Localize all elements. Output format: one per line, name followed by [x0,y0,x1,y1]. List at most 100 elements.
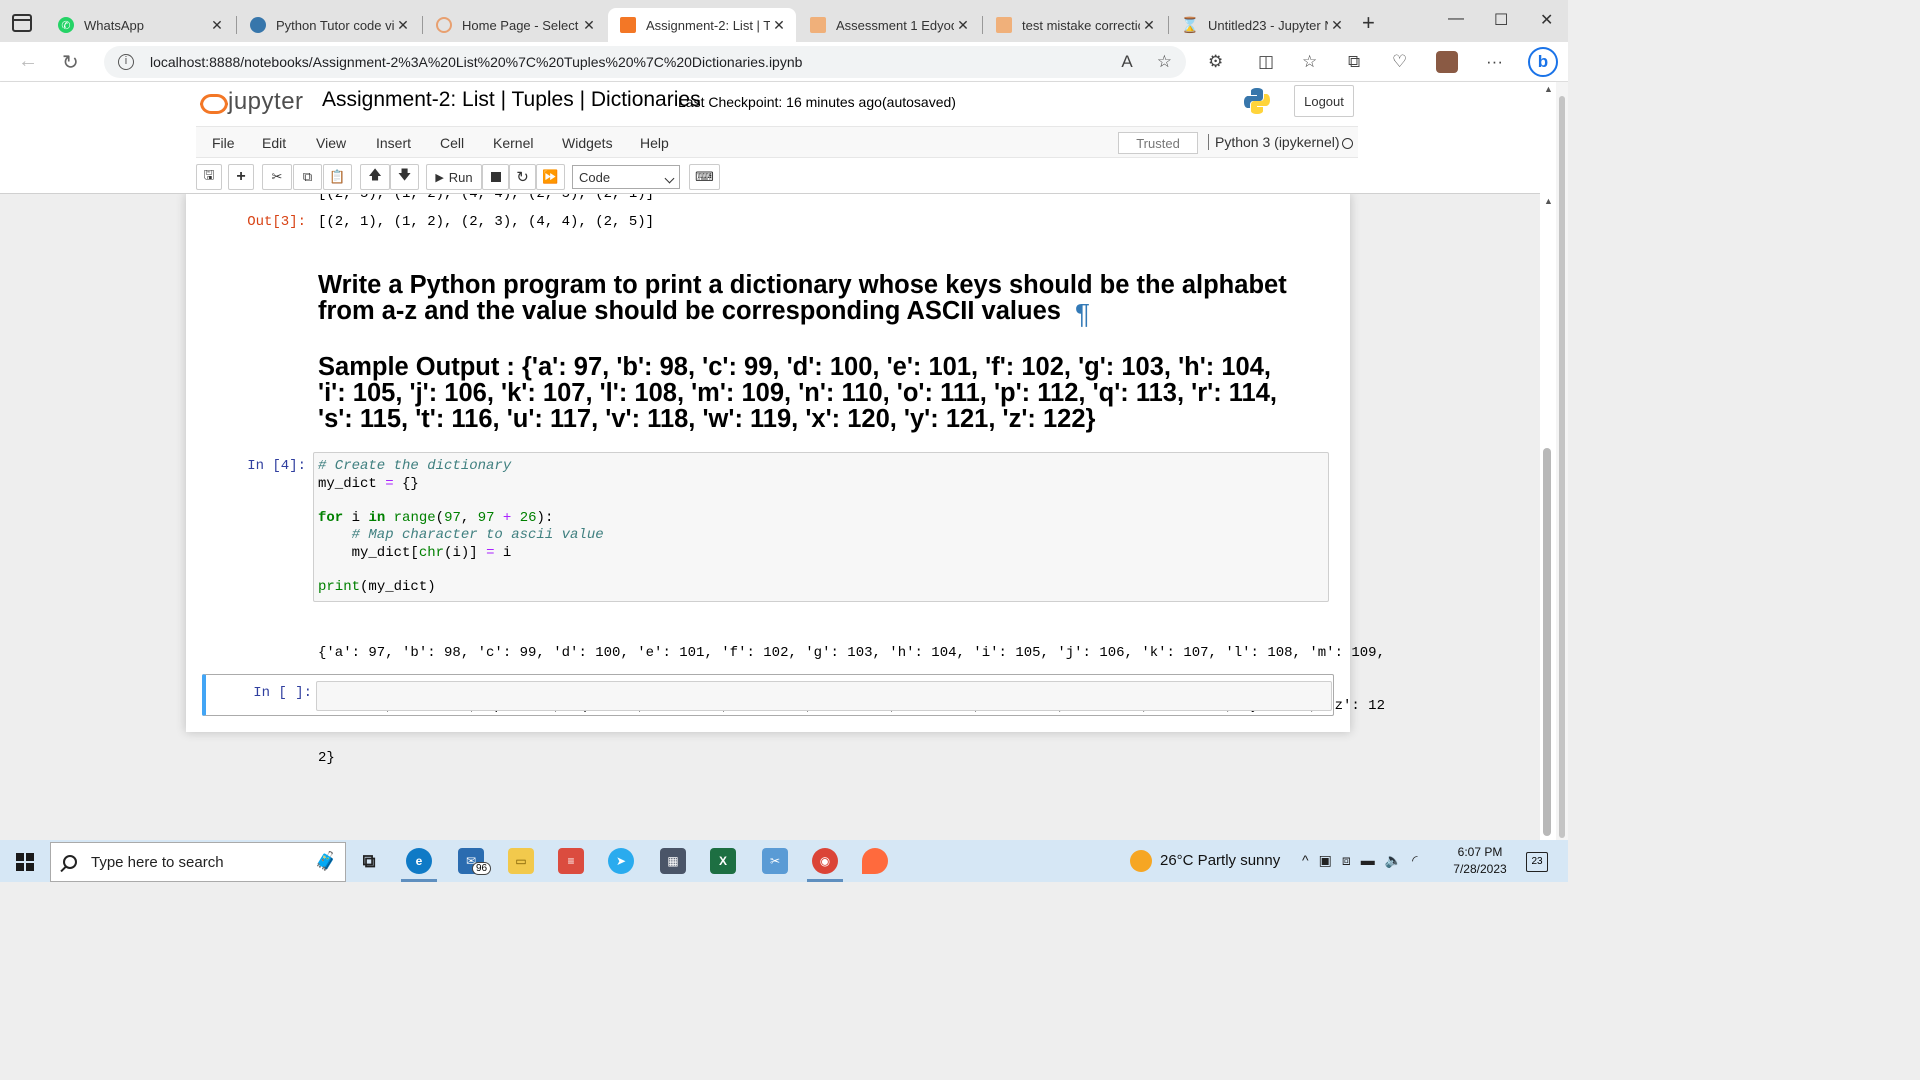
play-icon: ▶ [435,171,444,184]
browser-tab-assessment-1[interactable]: Assessment 1 Edyoda ✕ [798,8,980,42]
search-highlight-icon[interactable]: 🧳 [315,851,337,872]
new-tab-icon[interactable]: + [1362,10,1375,36]
hourglass-icon: ⌛ [1180,17,1200,34]
excel-icon[interactable]: X [710,848,736,874]
keyboard-icon: ⌨ [695,169,714,184]
notebook-menubar: File Edit View Insert Cell Kernel Widget… [196,126,1358,158]
restart-run-all-button[interactable]: ⏩ [536,164,565,190]
input-prompt: In [4]: [247,458,306,474]
maximize-icon[interactable]: ☐ [1494,10,1508,30]
taskbar-clock[interactable]: 6:07 PM 7/28/2023 [1448,844,1512,878]
tab-divider [982,16,983,34]
task-view-icon[interactable]: ⧉ [356,848,382,874]
command-palette-button[interactable]: ⌨ [689,164,720,190]
kernel-name[interactable]: Python 3 (ipykernel) [1208,134,1340,150]
close-tab-icon[interactable]: ✕ [770,17,788,34]
trusted-indicator[interactable]: Trusted [1118,132,1198,154]
url-field[interactable]: i localhost:8888/notebooks/Assignment-2%… [104,46,1186,78]
copy-button[interactable]: ⧉ [293,164,322,190]
markdown-heading[interactable]: Write a Python program to print a dictio… [318,272,1338,328]
close-tab-icon[interactable]: ✕ [954,17,972,34]
extensions-icon[interactable]: ⚙ [1208,52,1223,72]
paint-drop-icon[interactable] [862,848,888,874]
favorite-star-icon[interactable]: ☆ [1157,52,1172,72]
close-tab-icon[interactable]: ✕ [394,17,412,34]
browser-tab-assignment-2[interactable]: Assignment-2: List | Tu ✕ [608,8,796,42]
taskbar-search-box[interactable]: Type here to search 🧳 [50,842,346,882]
browser-essentials-icon[interactable]: ♡ [1392,52,1407,72]
cell-type-select[interactable]: Code [572,165,680,189]
menu-help[interactable]: Help [640,135,669,151]
page-scrollbar-thumb[interactable] [1559,96,1565,838]
code-cell-input[interactable] [316,681,1332,711]
browser-tab-python-tutor[interactable]: Python Tutor code visu ✕ [238,8,420,42]
close-window-icon[interactable]: ✕ [1540,10,1553,30]
refresh-icon[interactable]: ↻ [62,50,79,75]
collections-icon[interactable]: ⧉ [1348,52,1360,72]
wifi-icon[interactable]: ◜ [1412,852,1417,869]
notification-center-icon[interactable]: 23 [1526,852,1548,872]
markdown-sample-output[interactable]: Sample Output : {'a': 97, 'b': 98, 'c': … [318,354,1338,432]
snipping-tool-icon[interactable]: ✂ [762,848,788,874]
kernel-idle-indicator-icon [1342,138,1353,149]
chrome-icon[interactable]: ◉ [812,848,838,874]
restart-kernel-button[interactable]: ↻ [509,164,536,190]
tab-actions-menu-icon[interactable] [12,14,32,32]
move-down-button[interactable]: 🡇 [390,164,419,190]
calculator-icon[interactable]: ▦ [660,848,686,874]
browser-tab-home-page[interactable]: Home Page - Select or ✕ [424,8,606,42]
browser-tab-test-mistake[interactable]: test mistake correction ✕ [984,8,1166,42]
jupyter-logo[interactable]: jupyter [200,88,304,116]
close-tab-icon[interactable]: ✕ [580,17,598,34]
edge-icon[interactable]: e [406,848,432,874]
move-up-button[interactable]: 🡅 [360,164,390,190]
browser-tab-untitled23[interactable]: ⌛ Untitled23 - Jupyter N ✕ [1170,8,1354,42]
scroll-up-arrow-icon[interactable]: ▲ [1544,196,1553,206]
volume-icon[interactable]: 🔈 [1385,852,1402,869]
menu-cell[interactable]: Cell [440,135,464,151]
windows-start-icon[interactable] [16,853,34,871]
browser-tab-whatsapp[interactable]: ✆ WhatsApp ✕ [46,8,234,42]
autosave-status: (autosaved) [882,94,956,110]
menu-widgets[interactable]: Widgets [562,135,613,151]
todoist-icon[interactable]: ≡ [558,848,584,874]
bing-copilot-icon[interactable]: b [1528,47,1558,77]
file-explorer-icon[interactable]: ▭ [508,848,534,874]
back-arrow-icon[interactable]: ← [18,50,38,73]
battery-icon[interactable]: ▬ [1361,852,1375,869]
more-options-icon[interactable]: ··· [1486,52,1503,72]
paste-button[interactable]: 📋 [323,164,352,190]
menu-view[interactable]: View [316,135,346,151]
split-screen-icon[interactable]: ◫ [1258,52,1274,72]
logout-button[interactable]: Logout [1294,85,1354,117]
menu-edit[interactable]: Edit [262,135,286,151]
meet-now-icon[interactable]: ▣ [1319,852,1332,869]
notebook-name[interactable]: Assignment-2: List | Tuples | Dictionari… [322,88,701,112]
insert-cell-button[interactable]: + [228,164,254,190]
minimize-icon[interactable]: — [1448,10,1464,28]
close-tab-icon[interactable]: ✕ [208,17,226,34]
code-cell-input[interactable]: # Create the dictionary my_dict = {} for… [313,452,1329,602]
anchor-link-icon[interactable]: ¶ [1075,300,1090,328]
close-tab-icon[interactable]: ✕ [1140,17,1158,34]
save-button[interactable]: 🖫 [196,164,222,190]
notebook-scroll-area[interactable]: [(2, 5), (1, 2), (4, 4), (2, 5), (2, 1)]… [0,194,1540,840]
read-aloud-icon[interactable]: A [1121,52,1132,72]
menu-file[interactable]: File [212,135,235,151]
info-icon[interactable]: i [118,54,134,70]
selected-empty-cell[interactable]: In [ ]: [202,674,1334,716]
screen-capture-icon[interactable]: ⧈ [1342,852,1351,869]
menu-kernel[interactable]: Kernel [493,135,533,151]
menu-insert[interactable]: Insert [376,135,411,151]
telegram-icon[interactable]: ➤ [608,848,634,874]
profile-avatar[interactable] [1436,51,1458,73]
run-button[interactable]: ▶ Run [426,164,482,190]
notebook-scrollbar-thumb[interactable] [1543,448,1551,836]
cut-button[interactable]: ✂ [262,164,292,190]
close-tab-icon[interactable]: ✕ [1328,17,1346,34]
weather-widget[interactable]: 26°C Partly sunny [1160,852,1280,869]
chevron-up-icon[interactable]: ^ [1302,852,1309,869]
interrupt-kernel-button[interactable] [482,164,509,190]
scroll-up-arrow-icon[interactable]: ▲ [1544,84,1553,94]
favorites-icon[interactable]: ☆ [1302,52,1317,72]
